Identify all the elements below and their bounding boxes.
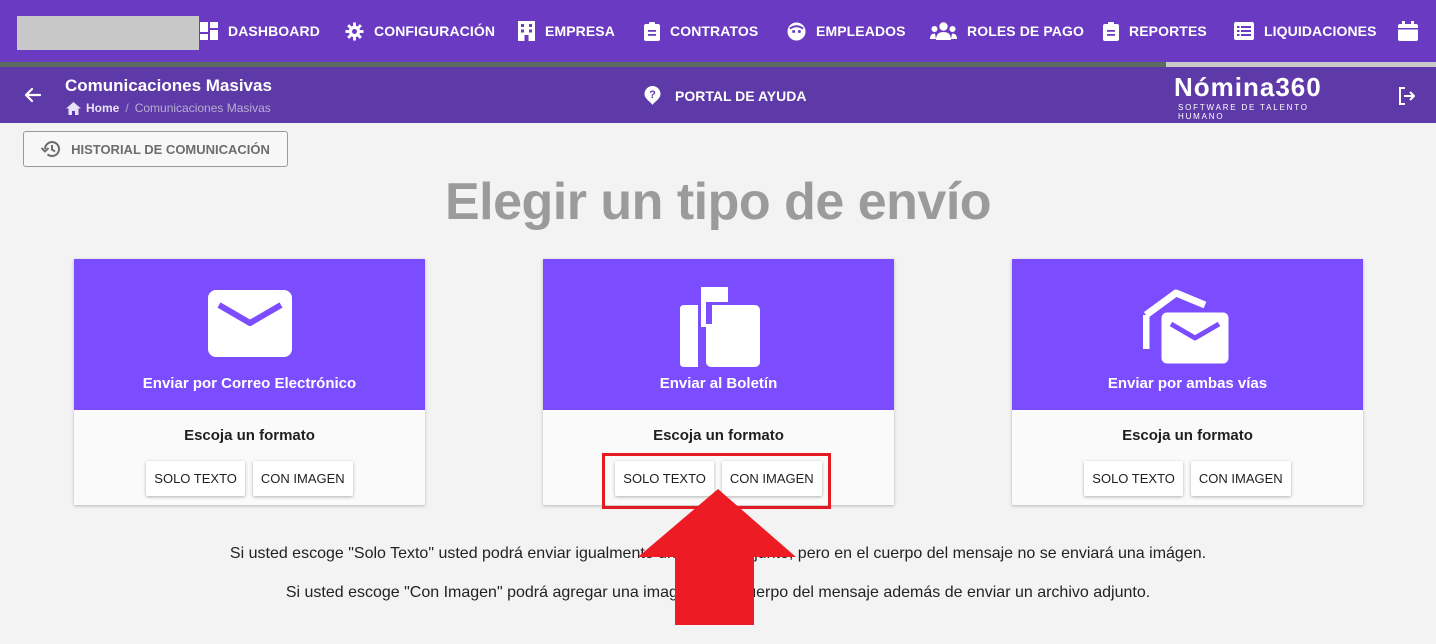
help-portal-link[interactable]: ? PORTAL DE AYUDA bbox=[644, 86, 806, 105]
card-title: Enviar por ambas vías bbox=[1107, 375, 1268, 392]
solo-texto-button[interactable]: SOLO TEXTO bbox=[1084, 461, 1183, 496]
card-subtitle: Escoja un formato bbox=[1122, 427, 1253, 444]
nav-label: ROLES DE PAGO bbox=[967, 23, 1084, 39]
history-icon bbox=[41, 141, 61, 158]
red-arrow-icon bbox=[638, 489, 796, 625]
nav-item-calendar[interactable] bbox=[1398, 0, 1418, 62]
card-subtitle: Escoja un formato bbox=[653, 427, 784, 444]
dashboard-icon bbox=[200, 22, 218, 40]
nav-item-empresa[interactable]: EMPRESA bbox=[518, 0, 615, 62]
list-icon bbox=[1234, 22, 1254, 40]
nav-label: EMPRESA bbox=[545, 23, 615, 39]
nav-item-reportes[interactable]: REPORTES bbox=[1103, 0, 1207, 62]
back-arrow-icon[interactable] bbox=[22, 84, 44, 106]
nav-label: CONTRATOS bbox=[670, 23, 759, 39]
card-header: Enviar al Boletín bbox=[543, 259, 894, 410]
nav-label: CONFIGURACIÓN bbox=[374, 23, 496, 39]
card-both: Enviar por ambas vías Escoja un formato … bbox=[1012, 259, 1363, 505]
nav-item-contratos[interactable]: CONTRATOS bbox=[644, 0, 758, 62]
breadcrumb: Home / Comunicaciones Masivas bbox=[66, 101, 271, 115]
card-header: Enviar por ambas vías bbox=[1012, 259, 1363, 410]
logout-icon[interactable] bbox=[1396, 85, 1418, 107]
nav-label: REPORTES bbox=[1129, 23, 1207, 39]
nav-label: LIQUIDACIONES bbox=[1264, 23, 1377, 39]
svg-text:?: ? bbox=[649, 89, 656, 101]
solo-texto-button[interactable]: SOLO TEXTO bbox=[146, 461, 245, 496]
breadcrumb-home-label: Home bbox=[86, 101, 120, 115]
brand-tagline: SOFTWARE DE TALENTO HUMANO bbox=[1178, 103, 1309, 121]
mailbox-icon bbox=[679, 287, 760, 367]
con-imagen-button[interactable]: CON IMAGEN bbox=[1190, 461, 1291, 496]
page: DASHBOARD CONFIGURACIÓN EMPRESA CONTRATO… bbox=[0, 0, 1436, 644]
nav-item-liquidaciones[interactable]: LIQUIDACIONES bbox=[1234, 0, 1377, 62]
brand-logo: Nómina360 SOFTWARE DE TALENTO HUMANO bbox=[1174, 72, 1354, 121]
clipboard-icon bbox=[1103, 21, 1119, 41]
mail-stack-icon bbox=[1142, 289, 1231, 367]
people-icon bbox=[930, 22, 957, 40]
nav-item-dashboard[interactable]: DASHBOARD bbox=[200, 0, 320, 62]
clipboard-icon bbox=[644, 21, 660, 41]
nav-item-configuracion[interactable]: CONFIGURACIÓN bbox=[345, 0, 495, 62]
breadcrumb-separator: / bbox=[125, 101, 129, 115]
face-icon bbox=[787, 21, 806, 41]
help-icon: ? bbox=[644, 86, 661, 105]
building-icon bbox=[518, 21, 535, 41]
breadcrumb-current: Comunicaciones Masivas bbox=[134, 101, 271, 115]
card-title: Enviar al Boletín bbox=[659, 375, 778, 392]
history-button-label: HISTORIAL DE COMUNICACIÓN bbox=[71, 141, 270, 157]
nav-label: DASHBOARD bbox=[228, 23, 320, 39]
calendar-icon bbox=[1398, 21, 1418, 41]
page-title: Comunicaciones Masivas bbox=[65, 76, 272, 95]
nav-item-empleados[interactable]: EMPLEADOS bbox=[787, 0, 906, 62]
con-imagen-button[interactable]: CON IMAGEN bbox=[252, 461, 353, 496]
card-header: Enviar por Correo Electrónico bbox=[74, 259, 425, 410]
brand-name: Nómina360 bbox=[1174, 72, 1322, 102]
mail-icon bbox=[207, 290, 292, 357]
nav-label: EMPLEADOS bbox=[816, 23, 906, 39]
card-subtitle: Escoja un formato bbox=[184, 427, 315, 444]
top-navbar: DASHBOARD CONFIGURACIÓN EMPRESA CONTRATO… bbox=[0, 0, 1436, 62]
main-title: Elegir un tipo de envío bbox=[444, 173, 992, 231]
card-title: Enviar por Correo Electrónico bbox=[142, 375, 357, 392]
home-icon bbox=[66, 101, 81, 115]
company-logo bbox=[17, 16, 199, 50]
gear-icon bbox=[345, 21, 364, 41]
breadcrumb-home[interactable]: Home bbox=[66, 101, 119, 115]
card-email: Enviar por Correo Electrónico Escoja un … bbox=[74, 259, 425, 505]
history-button[interactable]: HISTORIAL DE COMUNICACIÓN bbox=[23, 131, 288, 167]
help-portal-label: PORTAL DE AYUDA bbox=[675, 87, 807, 104]
page-header: Comunicaciones Masivas Home / Comunicaci… bbox=[0, 67, 1436, 123]
nav-item-roles-de-pago[interactable]: ROLES DE PAGO bbox=[930, 0, 1084, 62]
